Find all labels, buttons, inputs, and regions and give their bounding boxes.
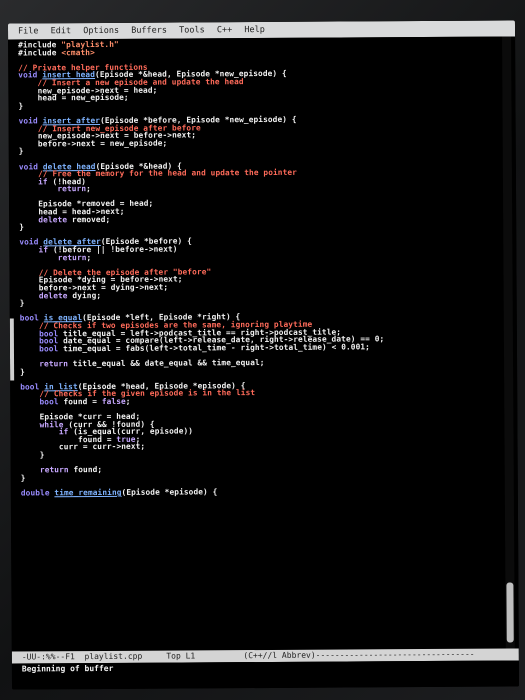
code-token: removed; (67, 214, 111, 224)
code-token: return (57, 252, 87, 262)
code-token: title_equal && date_equal && time_equal; (67, 357, 265, 369)
fringe-marker (9, 318, 15, 381)
menu-options[interactable]: Options (83, 26, 119, 36)
code-token: ; (125, 396, 131, 406)
code-token: ; (86, 252, 92, 262)
code-token: before->next = new_episode; (18, 138, 168, 149)
code-token: bool (39, 397, 59, 407)
menu-help[interactable]: Help (244, 25, 265, 35)
code-token: found = (58, 396, 102, 407)
code-token: return (39, 465, 69, 475)
monitor-bezel: File Edit Options Buffers Tools C++ Help… (0, 0, 525, 700)
code-token: false (101, 396, 126, 406)
menu-cpp[interactable]: C++ (217, 25, 232, 35)
emacs-window: File Edit Options Buffers Tools C++ Help… (7, 20, 520, 690)
code-editor[interactable]: #include "playlist.h" #include <cmath> //… (8, 36, 519, 652)
code-token: #include <cmath> (18, 47, 95, 58)
menu-file[interactable]: File (18, 26, 39, 36)
code-token: head = new_episode; (18, 92, 129, 103)
menu-tools[interactable]: Tools (179, 25, 205, 35)
code-token: double (20, 488, 55, 498)
code-token: found; (68, 465, 103, 475)
code-token: dying; (67, 290, 102, 300)
code-token: time_equal = fabs(left->total_time - rig… (58, 342, 370, 354)
code-token: delete (38, 290, 68, 300)
code-token: return (57, 184, 87, 194)
code-token: (Episode *episode) { (121, 487, 218, 497)
code-token: delete (38, 214, 68, 225)
code-token: time_remaining (54, 487, 122, 498)
code-token: ; (86, 184, 91, 194)
scrollbar-thumb[interactable] (506, 582, 514, 643)
code-token: bool (39, 344, 59, 354)
echo-area: Beginning of buffer (11, 660, 520, 690)
code-token: return (39, 359, 69, 369)
menu-edit[interactable]: Edit (51, 26, 72, 36)
code-line[interactable]: double time_remaining(Episode *episode) … (21, 486, 518, 497)
menu-buffers[interactable]: Buffers (131, 26, 167, 36)
